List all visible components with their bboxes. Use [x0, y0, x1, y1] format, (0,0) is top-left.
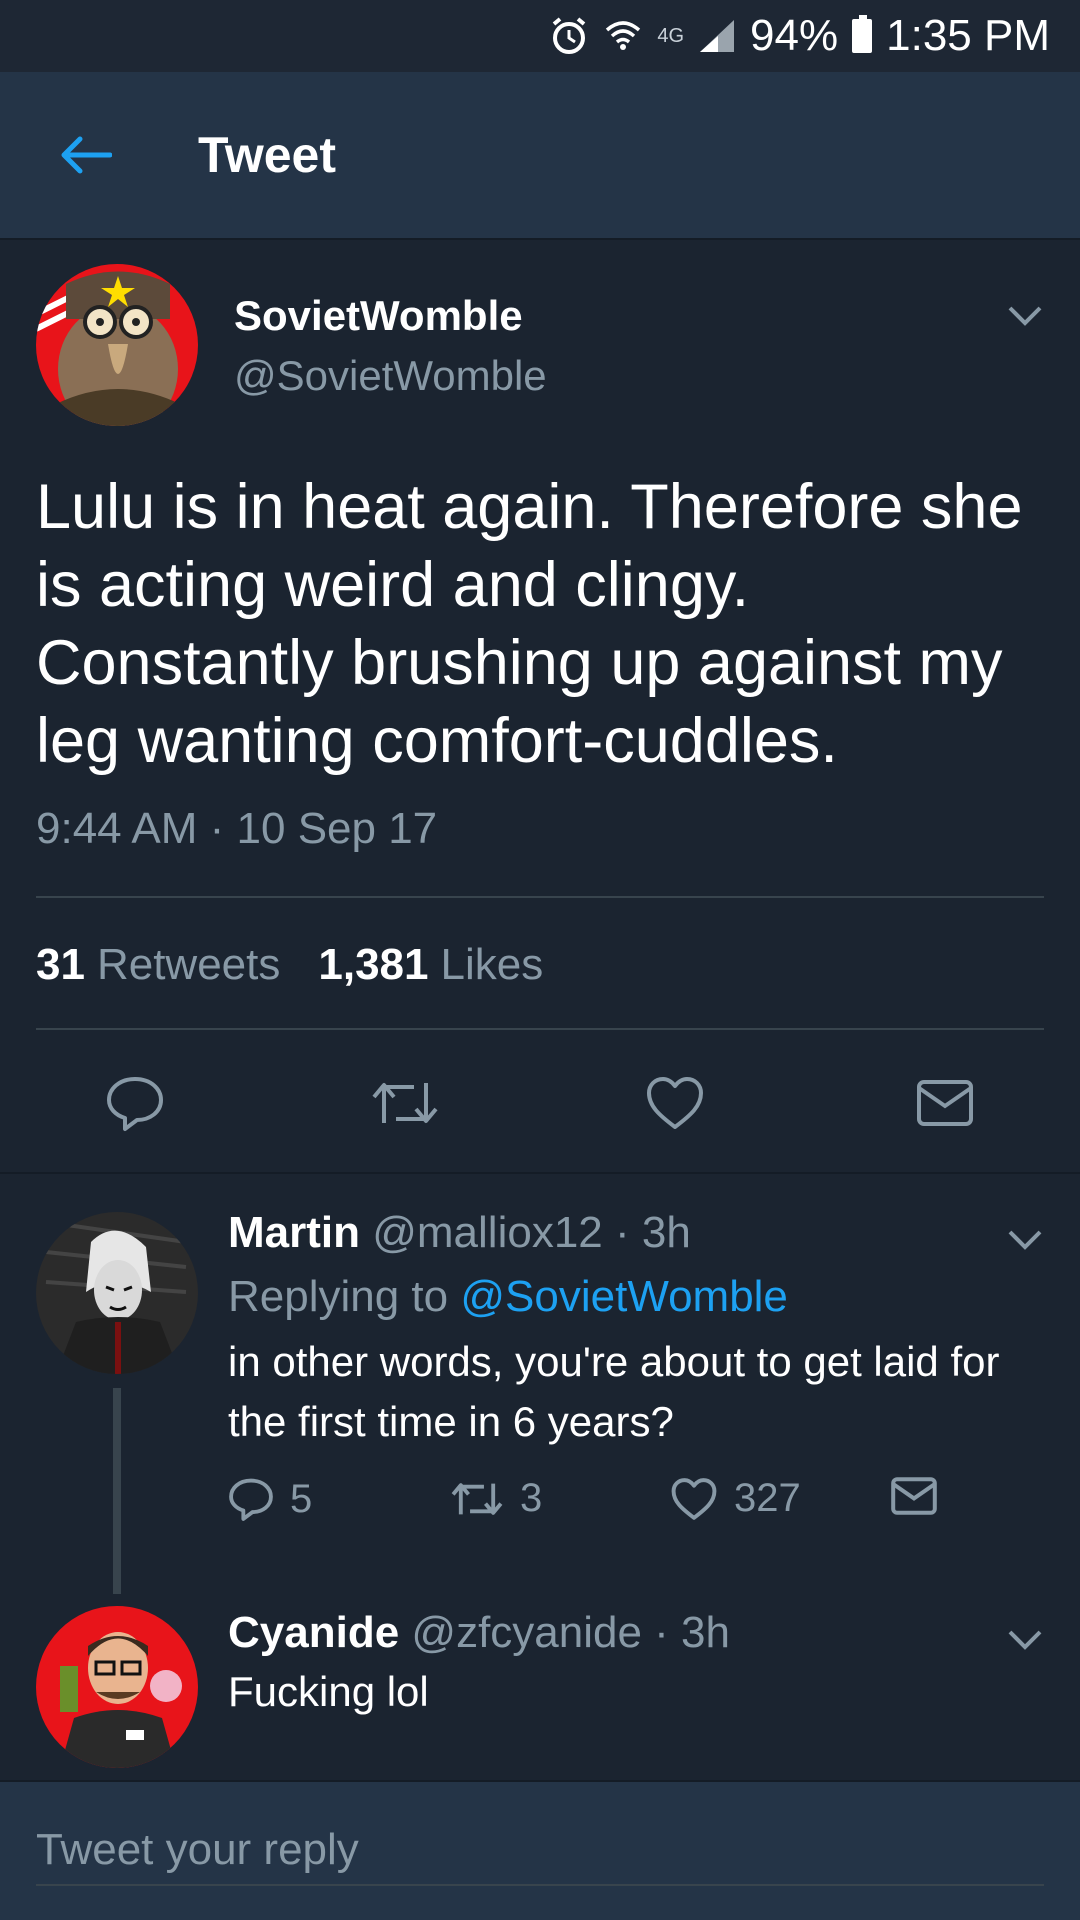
reply-button[interactable]: 5 — [228, 1476, 312, 1522]
tweet-options-button[interactable] — [1000, 296, 1050, 336]
page-title: Tweet — [198, 127, 336, 183]
chevron-down-icon — [1008, 1230, 1042, 1250]
retweet-icon — [451, 1482, 503, 1515]
signal-icon — [698, 18, 736, 54]
retweets-count: 31 — [36, 940, 85, 989]
reply-options-button[interactable] — [1000, 1620, 1050, 1660]
likes-label: Likes — [440, 940, 544, 989]
top-app-bar: Tweet — [0, 72, 1080, 240]
like-count: 327 — [734, 1476, 801, 1520]
network-type: 4G — [657, 24, 685, 47]
like-button[interactable]: 327 — [670, 1476, 801, 1521]
direct-message-button[interactable] — [905, 1070, 985, 1136]
wifi-icon — [603, 16, 643, 56]
mention-link[interactable]: @SovietWomble — [460, 1272, 788, 1321]
tweet-stats: 31 Retweets 1,381 Likes — [36, 940, 543, 990]
message-icon — [891, 1477, 937, 1515]
author-handle[interactable]: @SovietWomble — [234, 352, 547, 400]
divider — [36, 1028, 1044, 1030]
reply-actions: 5 3 327 — [228, 1476, 988, 1536]
reply-count: 5 — [290, 1476, 313, 1521]
author-name[interactable]: SovietWomble — [234, 292, 523, 340]
author-avatar[interactable] — [36, 264, 198, 426]
tweet-actions — [0, 1050, 1080, 1150]
replying-to: Replying to @SovietWomble — [228, 1272, 788, 1322]
like-icon — [647, 1077, 703, 1129]
battery-percent: 94% — [750, 11, 839, 60]
reply-options-button[interactable] — [1000, 1220, 1050, 1260]
reply-text: Fucking lol — [228, 1668, 429, 1715]
status-bar: 4G 94% 1:35 PM — [0, 0, 1080, 72]
reply-composer — [0, 1780, 1080, 1920]
back-button[interactable] — [30, 100, 140, 210]
message-icon — [917, 1080, 973, 1126]
retweet-count: 3 — [520, 1476, 543, 1520]
replying-to-label: Replying to — [228, 1272, 449, 1321]
retweet-button[interactable] — [365, 1070, 445, 1136]
tweet-timestamp: 9:44 AM · 10 Sep 17 — [36, 804, 438, 853]
alarm-icon — [549, 16, 589, 56]
reply-tweet[interactable]: Cyanide @zfcyanide · 3h Fucking lol — [0, 1594, 1080, 1780]
reply-avatar[interactable] — [36, 1212, 198, 1374]
like-button[interactable] — [635, 1070, 715, 1136]
reply-tweet[interactable]: Martin @malliox12 · 3h Replying to @Sovi… — [0, 1176, 1080, 1594]
retweet-icon — [372, 1083, 438, 1123]
clock: 1:35 PM — [886, 11, 1050, 60]
tweet-reply-input[interactable] — [36, 1816, 1044, 1886]
likes-count: 1,381 — [318, 940, 429, 989]
reply-avatar[interactable] — [36, 1606, 198, 1768]
reply-button[interactable] — [95, 1070, 175, 1136]
battery-icon — [852, 15, 873, 53]
reply-author-name[interactable]: Cyanide — [228, 1608, 399, 1657]
chevron-down-icon — [1008, 306, 1042, 326]
reply-meta: @malliox12 · 3h — [372, 1208, 691, 1257]
reply-text: in other words, you're about to get laid… — [228, 1338, 1000, 1445]
reply-author-name[interactable]: Martin — [228, 1208, 360, 1257]
reply-icon — [229, 1478, 273, 1521]
tweet-text: Lulu is in heat again. Therefore she is … — [36, 472, 1023, 776]
back-arrow-icon — [61, 136, 112, 174]
retweets-label: Retweets — [96, 940, 281, 989]
reply-meta: @zfcyanide · 3h — [411, 1608, 730, 1657]
chevron-down-icon — [1008, 1630, 1042, 1650]
reply-icon — [107, 1077, 163, 1131]
divider — [36, 896, 1044, 898]
retweets-stat[interactable]: 31 Retweets — [36, 940, 280, 990]
retweet-button[interactable]: 3 — [450, 1476, 542, 1521]
reply-header: Cyanide @zfcyanide · 3h — [228, 1608, 730, 1658]
main-tweet: SovietWomble @SovietWomble Lulu is in he… — [0, 240, 1080, 1174]
reply-header: Martin @malliox12 · 3h — [228, 1208, 691, 1258]
like-icon — [671, 1477, 717, 1520]
likes-stat[interactable]: 1,381 Likes — [318, 940, 543, 990]
tweet-detail-screen: 4G 94% 1:35 PM Tweet SovietWomble @Sovie… — [0, 0, 1080, 1920]
direct-message-button[interactable] — [890, 1476, 938, 1516]
